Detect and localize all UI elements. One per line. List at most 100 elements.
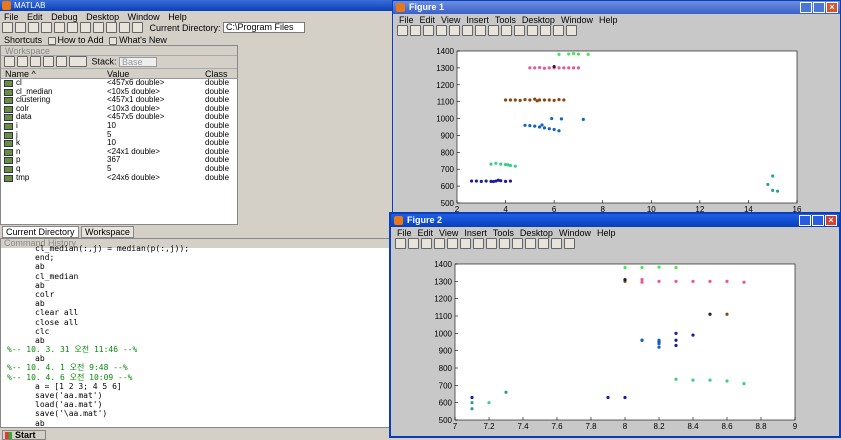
start-button[interactable]: Start	[2, 430, 46, 440]
legend-icon[interactable]	[540, 25, 551, 37]
menu-debug[interactable]: Debug	[51, 12, 78, 22]
fig2-menu-window[interactable]: Window	[559, 228, 591, 238]
print-icon[interactable]	[434, 238, 445, 250]
current-directory-input[interactable]: C:\Program Files	[223, 22, 306, 34]
fig1-menu-help[interactable]: Help	[599, 15, 618, 25]
history-line[interactable]: ab	[1, 419, 391, 427]
history-line[interactable]: ab	[1, 262, 391, 271]
data-cursor-icon[interactable]	[512, 238, 523, 250]
fig1-menu-view[interactable]: View	[441, 15, 460, 25]
zoom-in-icon[interactable]	[460, 238, 471, 250]
table-row[interactable]: p 367 double	[1, 156, 237, 165]
fig2-menu-tools[interactable]: Tools	[493, 228, 514, 238]
zoom-out-icon[interactable]	[473, 238, 484, 250]
rotate-icon[interactable]	[501, 25, 512, 37]
save-workspace-icon[interactable]	[30, 56, 41, 68]
fig2-menu-insert[interactable]: Insert	[464, 228, 487, 238]
close-button[interactable]: ×	[825, 215, 837, 226]
history-line[interactable]: save('aa.mat')	[1, 391, 391, 400]
guide-icon[interactable]	[106, 22, 117, 34]
rotate-icon[interactable]	[499, 238, 510, 250]
plot-selection-icon[interactable]	[69, 56, 87, 68]
redo-icon[interactable]	[80, 22, 91, 34]
history-line[interactable]: load('aa.mat')	[1, 400, 391, 409]
stack-select[interactable]: Base	[119, 56, 158, 67]
history-line[interactable]: cl_median	[1, 272, 391, 281]
history-line[interactable]: %-- 10. 4. 6 오전 10:09 --%	[1, 373, 391, 382]
table-row[interactable]: j 5 double	[1, 130, 237, 140]
pan-icon[interactable]	[486, 238, 497, 250]
minimize-button[interactable]	[800, 2, 812, 13]
fig2-menu-desktop[interactable]: Desktop	[520, 228, 553, 238]
zoom-in-icon[interactable]	[462, 25, 473, 37]
history-line[interactable]: clear all	[1, 308, 391, 317]
whats-new-link[interactable]: What's New	[119, 35, 167, 45]
fig2-menu-file[interactable]: File	[397, 228, 412, 238]
tab-workspace[interactable]: Workspace	[81, 226, 134, 238]
menu-desktop[interactable]: Desktop	[86, 12, 119, 22]
save-icon[interactable]	[421, 238, 432, 250]
profiler-icon[interactable]	[119, 22, 130, 34]
table-row[interactable]: i 10 double	[1, 121, 237, 131]
minimize-button[interactable]	[799, 215, 811, 226]
paste-icon[interactable]	[54, 22, 65, 34]
history-line[interactable]: clc	[1, 327, 391, 336]
history-line[interactable]: %-- 10. 3. 31 오전 11:46 --%	[1, 345, 391, 354]
fig1-menu-insert[interactable]: Insert	[466, 15, 489, 25]
history-line[interactable]: close all	[1, 318, 391, 327]
fig1-menu-tools[interactable]: Tools	[495, 15, 516, 25]
legend-icon[interactable]	[538, 238, 549, 250]
menu-window[interactable]: Window	[128, 12, 160, 22]
pointer-icon[interactable]	[447, 238, 458, 250]
undo-icon[interactable]	[67, 22, 78, 34]
help-icon[interactable]	[132, 22, 143, 34]
hide-plot-tools-icon[interactable]	[551, 238, 562, 250]
history-line[interactable]: a = [1 2 3; 4 5 6]	[1, 382, 391, 391]
maximize-button[interactable]	[812, 215, 824, 226]
data-cursor-icon[interactable]	[514, 25, 525, 37]
new-figure-icon[interactable]	[395, 238, 406, 250]
show-plot-tools-icon[interactable]	[564, 238, 575, 250]
fig2-menu-view[interactable]: View	[439, 228, 458, 238]
simulink-icon[interactable]	[93, 22, 104, 34]
history-line[interactable]: %-- 10. 4. 1 오전 9:48 --%	[1, 363, 391, 372]
hide-plot-tools-icon[interactable]	[553, 25, 564, 37]
how-to-add-link[interactable]: How to Add	[58, 35, 104, 45]
open-file-icon[interactable]	[15, 22, 26, 34]
menu-edit[interactable]: Edit	[27, 12, 43, 22]
history-line[interactable]: colr	[1, 290, 391, 299]
cut-icon[interactable]	[28, 22, 39, 34]
colorbar-icon[interactable]	[527, 25, 538, 37]
zoom-out-icon[interactable]	[475, 25, 486, 37]
fig2-menu-edit[interactable]: Edit	[418, 228, 434, 238]
history-line[interactable]: cl_median(:,j) = median(p(:,j));	[1, 244, 391, 253]
new-figure-icon[interactable]	[397, 25, 408, 37]
import-data-icon[interactable]	[17, 56, 28, 68]
new-variable-icon[interactable]	[4, 56, 15, 68]
fig1-menu-window[interactable]: Window	[561, 15, 593, 25]
fig2-menu-help[interactable]: Help	[597, 228, 616, 238]
pointer-icon[interactable]	[449, 25, 460, 37]
table-row[interactable]: tmp <24x6 double> double	[1, 173, 237, 183]
new-file-icon[interactable]	[2, 22, 13, 34]
show-plot-tools-icon[interactable]	[566, 25, 577, 37]
menu-help[interactable]: Help	[168, 12, 187, 22]
tab-current-directory[interactable]: Current Directory	[2, 226, 79, 238]
history-line[interactable]: save('\aa.mat')	[1, 409, 391, 418]
history-line[interactable]: ab	[1, 299, 391, 308]
history-line[interactable]: end;	[1, 253, 391, 262]
maximize-button[interactable]	[813, 2, 825, 13]
print-icon[interactable]	[43, 56, 54, 68]
copy-icon[interactable]	[41, 22, 52, 34]
delete-icon[interactable]	[56, 56, 67, 68]
open-icon[interactable]	[408, 238, 419, 250]
pan-icon[interactable]	[488, 25, 499, 37]
table-row[interactable]: data <457x5 double> double	[1, 113, 237, 122]
colorbar-icon[interactable]	[525, 238, 536, 250]
history-line[interactable]: ab	[1, 336, 391, 345]
print-icon[interactable]	[436, 25, 447, 37]
open-icon[interactable]	[410, 25, 421, 37]
close-button[interactable]: ×	[826, 2, 838, 13]
shortcuts-label[interactable]: Shortcuts	[4, 35, 42, 45]
fig1-menu-file[interactable]: File	[399, 15, 414, 25]
